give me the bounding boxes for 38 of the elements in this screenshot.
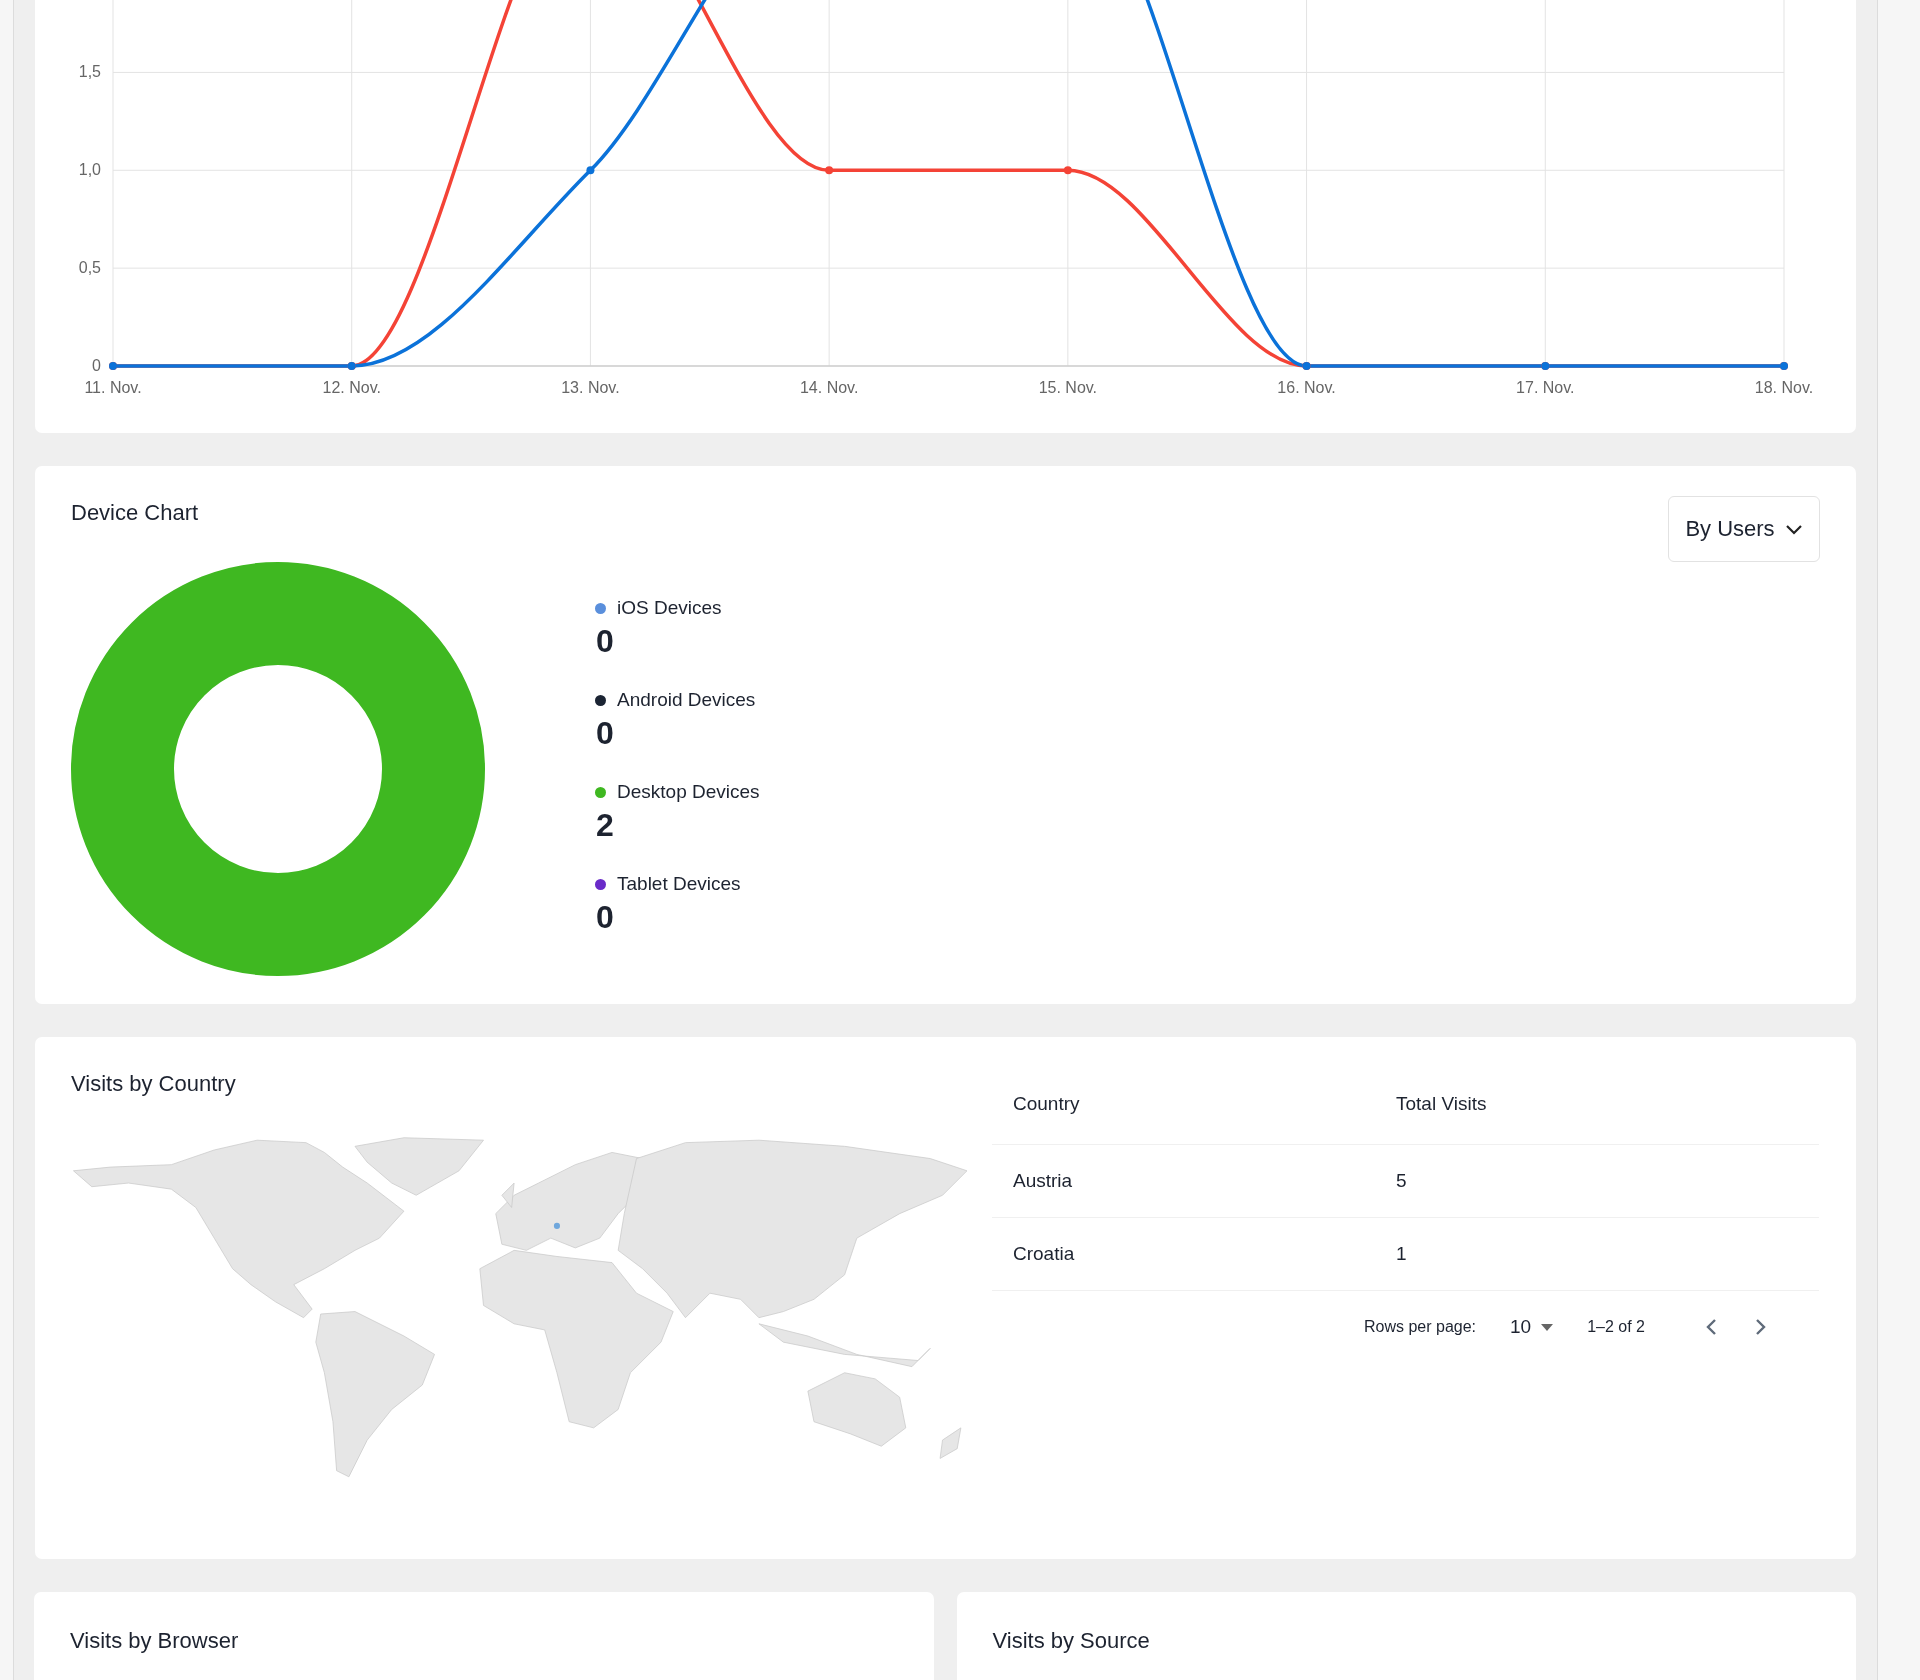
device-count: 2	[596, 806, 615, 845]
device-count: 0	[596, 622, 615, 661]
device-count: 0	[596, 714, 615, 753]
table-cell: 5	[1396, 1170, 1407, 1192]
card-title: Visits by Country	[71, 1071, 236, 1097]
y-tick-label: 0	[92, 357, 101, 374]
y-tick-label: 1,5	[78, 63, 101, 81]
x-tick-label: 13. Nov.	[561, 379, 620, 396]
card-title: Visits by Browser	[70, 1628, 239, 1654]
legend-label: Android Devices	[617, 688, 756, 712]
chevron-down-icon	[1784, 523, 1803, 535]
table-cell-text: Austria	[1012, 1170, 1074, 1192]
card-title: Visits by Source	[992, 1628, 1150, 1654]
page-range: 1–2 of 2	[1587, 1318, 1645, 1336]
card-title: Device Chart	[71, 500, 199, 526]
chevron-left-icon	[1705, 1318, 1717, 1336]
x-tick-label: 16. Nov.	[1277, 379, 1336, 396]
device-count: 0	[596, 898, 615, 937]
x-tick-label: 14. Nov.	[799, 379, 859, 396]
y-tick-label: 0,5	[78, 259, 101, 277]
x-tick-label: 18. Nov.	[1754, 379, 1814, 396]
y-tick-label: 1,0	[78, 161, 101, 179]
column-header: Total Visits	[1396, 1092, 1487, 1115]
legend-label: Desktop Devices	[617, 780, 760, 804]
rows-per-page-label: Rows per page:	[1363, 1318, 1477, 1336]
table-cell-text: Croatia	[1012, 1243, 1076, 1265]
mode-dropdown[interactable]: By Users	[1668, 496, 1820, 562]
x-tick-label: 15. Nov.	[1038, 379, 1098, 396]
x-tick-label: 17. Nov.	[1516, 379, 1575, 396]
x-tick-label: 11. Nov.	[84, 379, 142, 396]
chevron-right-icon	[1755, 1318, 1767, 1336]
column-header: Country	[1012, 1092, 1081, 1115]
legend-label: Tablet Devices	[617, 872, 741, 896]
legend-label: iOS Devices	[617, 596, 722, 620]
table-cell: 1	[1396, 1243, 1407, 1265]
caret-down-icon	[1541, 1323, 1554, 1331]
x-tick-label: 12. Nov.	[322, 379, 381, 396]
rows-per-page-select[interactable]: 10	[1506, 1312, 1558, 1342]
